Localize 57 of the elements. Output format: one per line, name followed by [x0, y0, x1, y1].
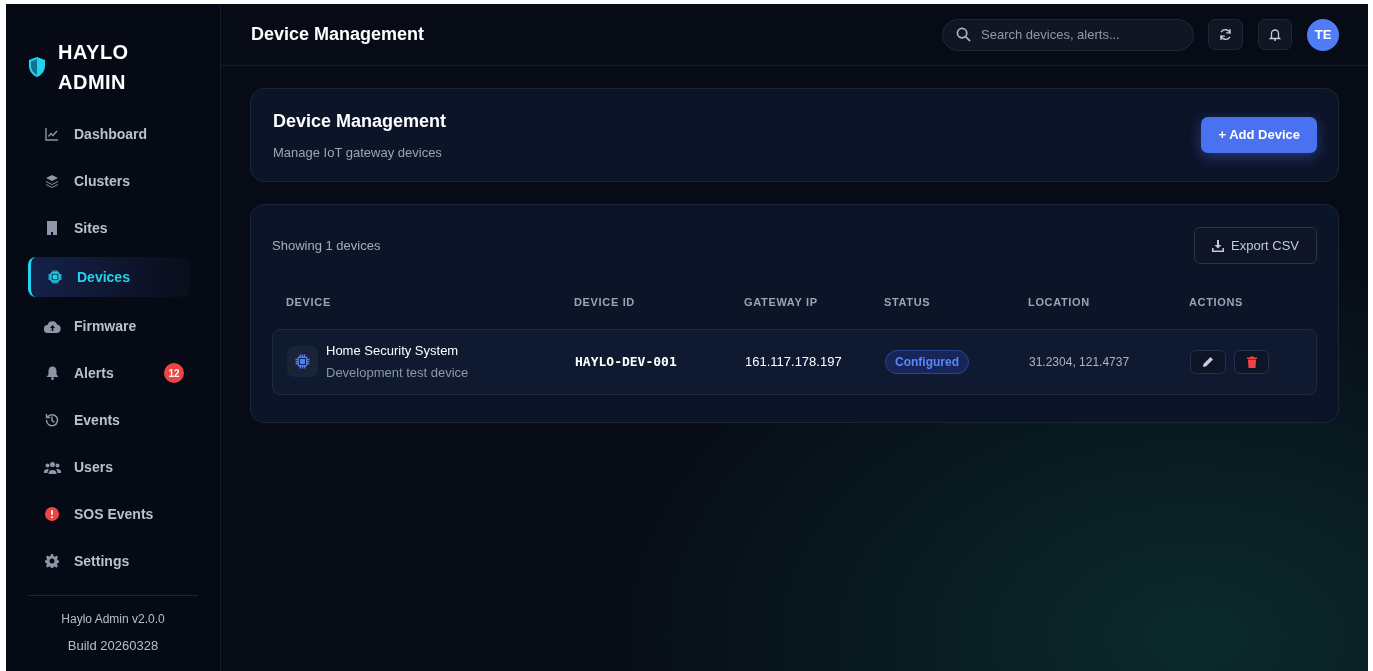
nav-item[interactable]: Firmware — [28, 308, 190, 344]
count-badge: 12 — [164, 363, 184, 383]
card-title: Device Management — [273, 109, 447, 133]
refresh-button[interactable] — [1208, 19, 1243, 50]
export-csv-button[interactable]: Export CSV — [1194, 227, 1317, 264]
layers-icon — [45, 174, 59, 188]
page-title: Device Management — [251, 23, 425, 46]
user-avatar[interactable]: TE — [1307, 18, 1339, 51]
table-cell-text: HAYLO-DEV-001 — [575, 352, 677, 371]
device-name: Home Security System — [326, 342, 460, 360]
edit-button[interactable] — [1190, 349, 1226, 374]
table-cell-text: 31.2304, 121.4737 — [1029, 353, 1130, 371]
bell-icon — [1269, 28, 1281, 41]
version-text: Haylo Admin v2.0.0 — [61, 610, 165, 628]
shield-icon — [28, 56, 46, 78]
search-icon — [956, 26, 971, 42]
alert-circle-icon — [45, 507, 59, 521]
building-icon — [46, 221, 58, 235]
column-header: GATEWAY IP — [744, 295, 818, 310]
delete-button[interactable] — [1234, 349, 1269, 374]
card-subtitle: Manage IoT gateway devices — [273, 143, 443, 162]
notifications-button[interactable] — [1258, 19, 1292, 50]
gear-icon — [45, 554, 59, 568]
table-row[interactable]: Home Security System Development test device HAYLO-DEV-001 161.117.178.197 Configured 31.2304, 121.4737 — [272, 328, 1317, 395]
device-description: Development test device — [326, 363, 469, 382]
nav-item[interactable]: SOS Events — [28, 496, 190, 532]
nav-item[interactable]: Dashboard — [28, 116, 190, 152]
column-header: DEVICE ID — [574, 295, 635, 310]
table-cell-text: 161.117.178.197 — [745, 352, 842, 371]
chip-icon — [48, 270, 62, 284]
brand-name: HAYLO ADMIN — [58, 40, 129, 95]
download-icon — [1212, 239, 1225, 252]
results-count: Showing 1 devices — [272, 236, 381, 255]
nav-item[interactable]: Settings — [28, 543, 190, 579]
nav-item[interactable]: Users — [28, 449, 190, 485]
status-badge: Configured — [885, 349, 969, 374]
column-header: STATUS — [884, 295, 931, 310]
refresh-icon — [1219, 28, 1232, 41]
add-device-button[interactable]: + Add Device — [1201, 117, 1317, 153]
column-header: LOCATION — [1028, 295, 1090, 310]
history-icon — [45, 413, 59, 427]
nav-item[interactable]: Devices — [28, 257, 190, 297]
nav-item[interactable]: Alerts 12 — [28, 355, 190, 391]
bell-icon — [45, 366, 59, 380]
column-header: ACTIONS — [1189, 295, 1244, 310]
users-icon — [43, 460, 61, 474]
cloud-upload-icon — [43, 319, 61, 333]
column-header: DEVICE — [286, 295, 331, 310]
build-text: Build 20260328 — [67, 636, 159, 655]
search-field[interactable]: Search devices, alerts... — [942, 18, 1194, 51]
nav-item[interactable]: Events — [28, 402, 190, 438]
trash-icon — [1246, 355, 1257, 368]
nav-item[interactable]: Clusters — [28, 163, 190, 199]
chip-icon — [295, 354, 310, 369]
pencil-icon — [1202, 356, 1214, 367]
chart-line-icon — [45, 127, 59, 141]
nav-item[interactable]: Sites — [28, 210, 190, 246]
